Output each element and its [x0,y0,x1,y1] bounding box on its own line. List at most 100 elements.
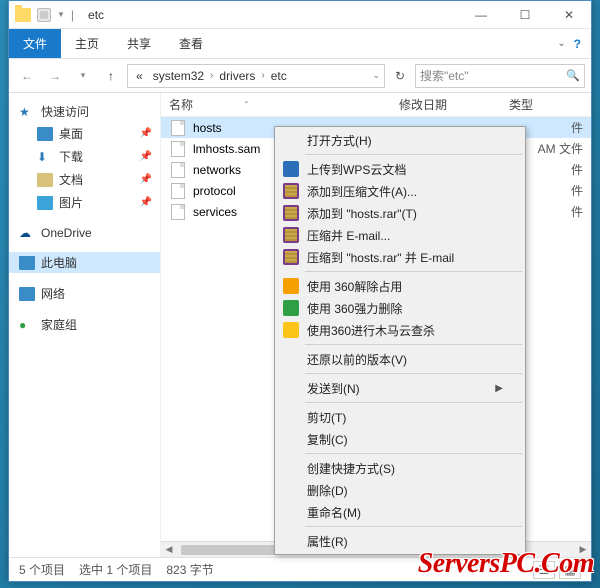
menu-separator [305,344,522,345]
sidebar: ★ 快速访问 桌面 📌 ⬇ 下载 📌 文档 📌 [9,93,161,557]
titlebar[interactable]: ▼ | etc — ☐ ✕ [9,1,591,29]
submenu-arrow-icon: ▶ [495,383,503,394]
file-icon [171,141,185,157]
maximize-button[interactable]: ☐ [503,1,547,29]
wps-icon [283,161,299,177]
sidebar-onedrive[interactable]: ☁ OneDrive [9,224,160,242]
scroll-left-icon[interactable]: ◀ [161,542,177,558]
minimize-button[interactable]: — [459,1,503,29]
menu-item-label: 打开方式(H) [307,132,372,149]
rar-icon [283,205,299,221]
file-icon [171,183,185,199]
sidebar-item-downloads[interactable]: ⬇ 下载 📌 [9,145,160,168]
sort-indicator-icon: ⌃ [243,100,250,109]
menu-item[interactable]: 重命名(M) [277,501,523,523]
menu-item[interactable]: 还原以前的版本(V) [277,348,523,370]
status-selection: 选中 1 个项目 [79,561,152,578]
menu-item[interactable]: 使用360进行木马云查杀 [277,319,523,341]
tab-file[interactable]: 文件 [9,29,61,58]
sidebar-item-pictures[interactable]: 图片 📌 [9,191,160,214]
menu-item[interactable]: 打开方式(H) [277,129,523,151]
menu-item[interactable]: 压缩到 "hosts.rar" 并 E-mail [277,246,523,268]
menu-item-label: 创建快捷方式(S) [307,460,395,477]
menu-item-label: 重命名(M) [307,504,361,521]
search-icon: 🔍 [566,69,580,82]
menu-item[interactable]: 发送到(N)▶ [277,377,523,399]
sidebar-item-desktop[interactable]: 桌面 📌 [9,122,160,145]
pin-icon: 📌 [140,128,152,139]
menu-item[interactable]: 复制(C) [277,428,523,450]
s360o-icon [283,278,299,294]
menu-item-label: 复制(C) [307,431,348,448]
menu-item-label: 剪切(T) [307,409,346,426]
menu-item[interactable]: 压缩并 E-mail... [277,224,523,246]
search-placeholder: 搜索"etc" [420,67,469,84]
menu-item-label: 删除(D) [307,482,348,499]
menu-item[interactable]: 创建快捷方式(S) [277,457,523,479]
nav-recent[interactable]: ▾ [71,64,95,88]
file-icon [171,120,185,136]
nav-up[interactable]: ↑ [99,64,123,88]
file-icon [171,162,185,178]
s360y-icon [283,322,299,338]
tab-home[interactable]: 主页 [61,29,113,58]
tab-share[interactable]: 共享 [113,29,165,58]
status-count: 5 个项目 [19,561,65,578]
tab-view[interactable]: 查看 [165,29,217,58]
column-name[interactable]: 名称 ⌃ [161,96,391,113]
crumb-prefix[interactable]: « [132,69,147,83]
pc-icon [19,256,35,270]
crumb-system32[interactable]: system32 [149,69,208,83]
context-menu: 打开方式(H) 上传到WPS云文档添加到压缩文件(A)... 添加到 "hosts.… [274,126,526,555]
nav-back[interactable]: ← [15,64,39,88]
menu-item[interactable]: 使用 360强力删除 [277,297,523,319]
nav-forward[interactable]: → [43,64,67,88]
search-input[interactable]: 搜索"etc" 🔍 [415,64,585,88]
chevron-icon[interactable]: › [210,70,213,81]
sidebar-network[interactable]: 网络 [9,283,160,304]
menu-item[interactable]: 删除(D) [277,479,523,501]
download-icon: ⬇ [37,150,53,164]
menu-separator [305,402,522,403]
column-type[interactable]: 类型 [501,96,561,113]
history-dropdown-icon[interactable]: ⌄ [372,70,380,81]
crumb-drivers[interactable]: drivers [215,69,259,83]
menu-separator [305,373,522,374]
menu-item[interactable]: 添加到 "hosts.rar"(T) [277,202,523,224]
menu-item[interactable]: 使用 360解除占用 [277,275,523,297]
sidebar-quick-access[interactable]: ★ 快速访问 [9,101,160,122]
sidebar-this-pc[interactable]: 此电脑 [9,252,160,273]
menu-item-label: 压缩并 E-mail... [307,227,390,244]
breadcrumb[interactable]: « system32 › drivers › etc ⌄ [127,64,385,88]
qat-dropdown-icon[interactable]: ▼ [57,10,65,19]
menu-item-label: 添加到压缩文件(A)... [307,183,417,200]
file-icon [171,204,185,220]
column-headers: 名称 ⌃ 修改日期 类型 [161,93,591,117]
column-date[interactable]: 修改日期 [391,96,501,113]
navbar: ← → ▾ ↑ « system32 › drivers › etc ⌄ ↻ 搜… [9,59,591,93]
refresh-button[interactable]: ↻ [389,64,411,88]
ribbon-tabs: 文件 主页 共享 查看 ⌄ ? [9,29,591,59]
menu-item[interactable]: 剪切(T) [277,406,523,428]
close-button[interactable]: ✕ [547,1,591,29]
s360g-icon [283,300,299,316]
menu-item-label: 属性(R) [307,533,348,550]
crumb-etc[interactable]: etc [267,69,291,83]
sidebar-homegroup[interactable]: ● 家庭组 [9,314,160,335]
onedrive-icon: ☁ [19,226,35,240]
disk-icon [37,8,51,22]
pictures-icon [37,196,53,210]
rar-icon [283,227,299,243]
menu-item[interactable]: 添加到压缩文件(A)... [277,180,523,202]
menu-item-label: 使用360进行木马云查杀 [307,322,435,339]
chevron-icon[interactable]: › [261,70,264,81]
sidebar-item-documents[interactable]: 文档 📌 [9,168,160,191]
folder-icon [15,8,31,22]
help-icon[interactable]: ? [574,37,581,51]
menu-item-label: 使用 360解除占用 [307,278,402,295]
rar-icon [283,249,299,265]
menu-item[interactable]: 上传到WPS云文档 [277,158,523,180]
ribbon-expand-icon[interactable]: ⌄ [557,38,565,49]
menu-item-label: 使用 360强力删除 [307,300,402,317]
menu-separator [305,526,522,527]
